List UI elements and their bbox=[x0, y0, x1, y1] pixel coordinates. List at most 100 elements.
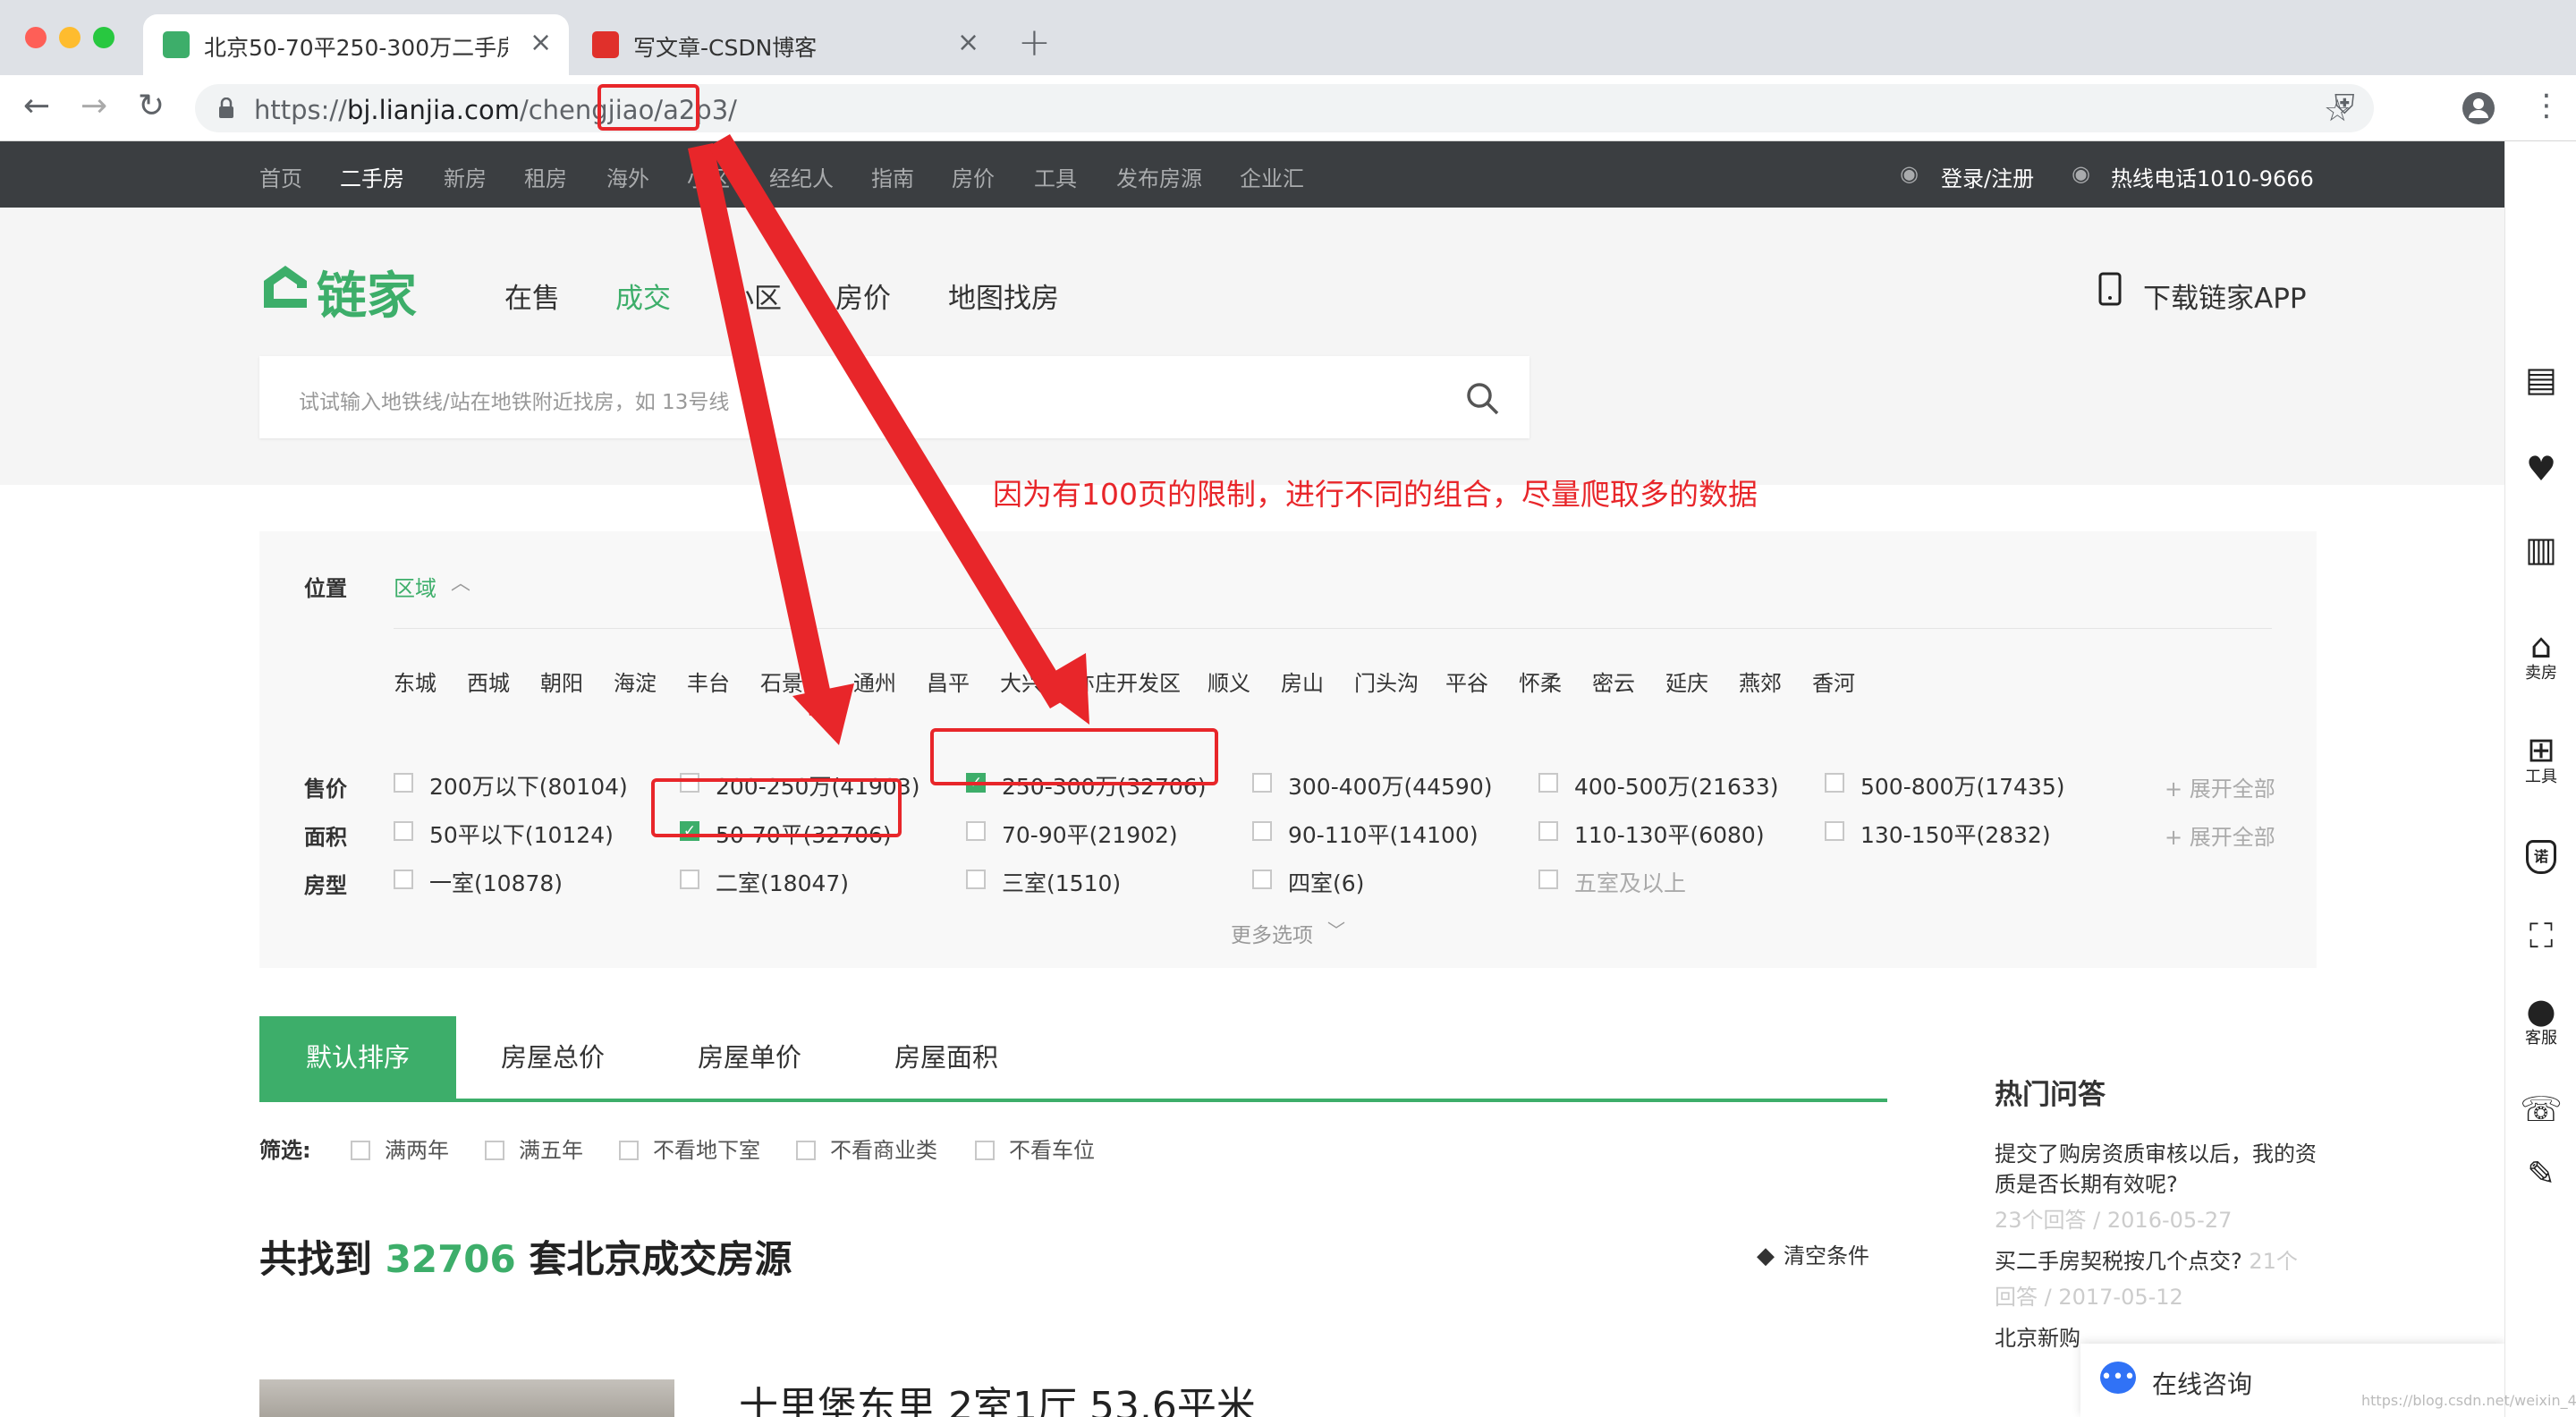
expand-all-price[interactable]: + 展开全部 bbox=[2165, 771, 2275, 802]
district-item[interactable]: 密云 bbox=[1592, 666, 1635, 697]
clear-conditions-button[interactable]: ◆ 清空条件 bbox=[1757, 1238, 1869, 1269]
sidebar-promise[interactable]: 诺 bbox=[2505, 836, 2576, 874]
checkbox[interactable] bbox=[394, 773, 413, 793]
search-input[interactable]: 试试输入地铁线/站在地铁附近找房，如 13号线 bbox=[299, 385, 729, 415]
qa-question[interactable]: 提交了购房资质审核以后，我的资质是否长期有效呢? bbox=[1995, 1139, 2334, 1200]
browser-tab-csdn[interactable]: 写文章-CSDN博客 × bbox=[572, 14, 993, 75]
checkbox[interactable] bbox=[1252, 821, 1272, 841]
sidebar-phone[interactable]: ☏ bbox=[2505, 1091, 2576, 1127]
topnav-rent[interactable]: 租房 bbox=[524, 161, 567, 192]
expand-all-area[interactable]: + 展开全部 bbox=[2165, 819, 2275, 851]
maximize-window-button[interactable] bbox=[93, 27, 114, 48]
area-tab[interactable]: 区域 bbox=[394, 571, 436, 602]
checkbox[interactable] bbox=[966, 821, 986, 841]
checkbox[interactable] bbox=[351, 1141, 370, 1160]
mainnav-on-sale[interactable]: 在售 bbox=[504, 276, 560, 316]
profile-avatar-icon[interactable] bbox=[2462, 91, 2496, 125]
check-two-years[interactable]: 满两年 bbox=[351, 1133, 449, 1164]
extension-shield-icon[interactable]: ⛨ bbox=[2334, 89, 2355, 121]
sidebar-sell[interactable]: ⌂ 卖房 bbox=[2505, 628, 2576, 683]
minimize-window-button[interactable] bbox=[59, 27, 80, 48]
district-item[interactable]: 房山 bbox=[1281, 666, 1324, 697]
check-five-years[interactable]: 满五年 bbox=[485, 1133, 583, 1164]
district-item[interactable]: 亦庄开发区 bbox=[1073, 666, 1181, 697]
site-logo-text[interactable]: 链家 bbox=[317, 256, 417, 328]
topnav-second-hand[interactable]: 二手房 bbox=[340, 161, 404, 192]
tab-area[interactable]: 房屋面积 bbox=[894, 1016, 998, 1099]
tab-unit-price[interactable]: 房屋单价 bbox=[698, 1016, 801, 1099]
lianjia-logo-icon[interactable] bbox=[259, 261, 311, 313]
sidebar-feedback[interactable]: ✎ bbox=[2505, 1156, 2576, 1192]
checkbox[interactable] bbox=[1538, 870, 1558, 889]
tab-default-sort[interactable]: 默认排序 bbox=[259, 1016, 456, 1099]
checkbox[interactable] bbox=[394, 821, 413, 841]
checkbox[interactable] bbox=[1825, 773, 1844, 793]
browser-menu-icon[interactable]: ⋮ bbox=[2531, 88, 2562, 123]
chevron-up-icon[interactable]: ︿ bbox=[451, 567, 470, 596]
checkbox[interactable] bbox=[1252, 773, 1272, 793]
sidebar-tools[interactable]: ⊞ 工具 bbox=[2505, 732, 2576, 787]
district-item[interactable]: 门头沟 bbox=[1354, 666, 1419, 697]
download-app-link[interactable]: 下载链家APP bbox=[2143, 276, 2307, 316]
topnav-overseas[interactable]: 海外 bbox=[606, 161, 649, 192]
topnav-enterprise[interactable]: 企业汇 bbox=[1240, 161, 1304, 192]
district-item[interactable]: 大兴 bbox=[1000, 666, 1043, 697]
listing-title[interactable]: 十里堡东里 2室1厅 53.6平米 bbox=[739, 1374, 1256, 1417]
more-options-link[interactable]: 更多选项 bbox=[1231, 918, 1313, 948]
tab-total-price[interactable]: 房屋总价 bbox=[501, 1016, 605, 1099]
checkbox[interactable] bbox=[1252, 870, 1272, 889]
login-link[interactable]: 登录/注册 bbox=[1941, 161, 2034, 192]
topnav-guide[interactable]: 指南 bbox=[871, 161, 914, 192]
chevron-down-icon[interactable]: ﹀ bbox=[1327, 916, 1345, 942]
topnav-agents[interactable]: 经纪人 bbox=[769, 161, 834, 192]
district-item[interactable]: 顺义 bbox=[1208, 666, 1250, 697]
checkbox[interactable] bbox=[796, 1141, 816, 1160]
address-bar[interactable]: https://bj.lianjia.com/chengjiao/a2p3/ ☆ bbox=[195, 84, 2374, 132]
district-item[interactable]: 通州 bbox=[853, 666, 896, 697]
check-no-parking[interactable]: 不看车位 bbox=[975, 1133, 1095, 1164]
topnav-home[interactable]: 首页 bbox=[259, 161, 302, 192]
district-item[interactable]: 昌平 bbox=[927, 666, 970, 697]
topnav-tools[interactable]: 工具 bbox=[1034, 161, 1077, 192]
checkbox[interactable] bbox=[1825, 821, 1844, 841]
qa-question[interactable]: 买二手房契税按几个点交? 21个 bbox=[1995, 1246, 2334, 1277]
district-item[interactable]: 西城 bbox=[467, 666, 510, 697]
checkbox[interactable] bbox=[619, 1141, 639, 1160]
district-item[interactable]: 东城 bbox=[394, 666, 436, 697]
sidebar-service[interactable]: ● 客服 bbox=[2505, 993, 2576, 1048]
reload-icon[interactable]: ↻ bbox=[138, 88, 165, 124]
browser-tab-lianjia[interactable]: 北京50-70平250-300万二手房 × bbox=[143, 14, 569, 75]
search-icon[interactable] bbox=[1465, 381, 1501, 417]
back-arrow-icon[interactable]: ← bbox=[23, 88, 50, 124]
district-item[interactable]: 香河 bbox=[1812, 666, 1855, 697]
checkbox[interactable] bbox=[680, 870, 699, 889]
topnav-new-house[interactable]: 新房 bbox=[444, 161, 487, 192]
sidebar-favorites[interactable]: ♥ bbox=[2505, 451, 2576, 487]
sidebar-buildings[interactable]: ▥ bbox=[2505, 531, 2576, 567]
search-box[interactable]: 试试输入地铁线/站在地铁附近找房，如 13号线 bbox=[259, 356, 1530, 438]
district-item[interactable]: 丰台 bbox=[687, 666, 730, 697]
district-item[interactable]: 延庆 bbox=[1665, 666, 1708, 697]
sidebar-clipboard[interactable]: ▤ bbox=[2505, 361, 2576, 397]
district-item[interactable]: 海淀 bbox=[614, 666, 657, 697]
checkbox[interactable] bbox=[966, 870, 986, 889]
topnav-community[interactable]: 小区 bbox=[687, 161, 730, 192]
checkbox[interactable] bbox=[1538, 773, 1558, 793]
district-item[interactable]: 怀柔 bbox=[1519, 666, 1562, 697]
topnav-publish[interactable]: 发布房源 bbox=[1116, 161, 1202, 192]
mainnav-sold[interactable]: 成交 bbox=[615, 276, 671, 316]
district-item[interactable]: 朝阳 bbox=[540, 666, 583, 697]
checkbox[interactable] bbox=[1538, 821, 1558, 841]
checkbox[interactable] bbox=[975, 1141, 995, 1160]
close-tab-icon[interactable]: × bbox=[957, 27, 979, 58]
close-window-button[interactable] bbox=[25, 27, 47, 48]
topnav-price[interactable]: 房价 bbox=[952, 161, 995, 192]
checkbox[interactable] bbox=[394, 870, 413, 889]
district-item[interactable]: 石景山 bbox=[760, 666, 825, 697]
new-tab-button[interactable]: + bbox=[1018, 20, 1051, 65]
forward-arrow-icon[interactable]: → bbox=[80, 88, 107, 124]
sidebar-scan[interactable]: ⛶ bbox=[2505, 918, 2576, 954]
mainnav-price[interactable]: 房价 bbox=[835, 276, 891, 316]
district-item[interactable]: 平谷 bbox=[1445, 666, 1488, 697]
mainnav-community[interactable]: 小区 bbox=[726, 276, 782, 316]
